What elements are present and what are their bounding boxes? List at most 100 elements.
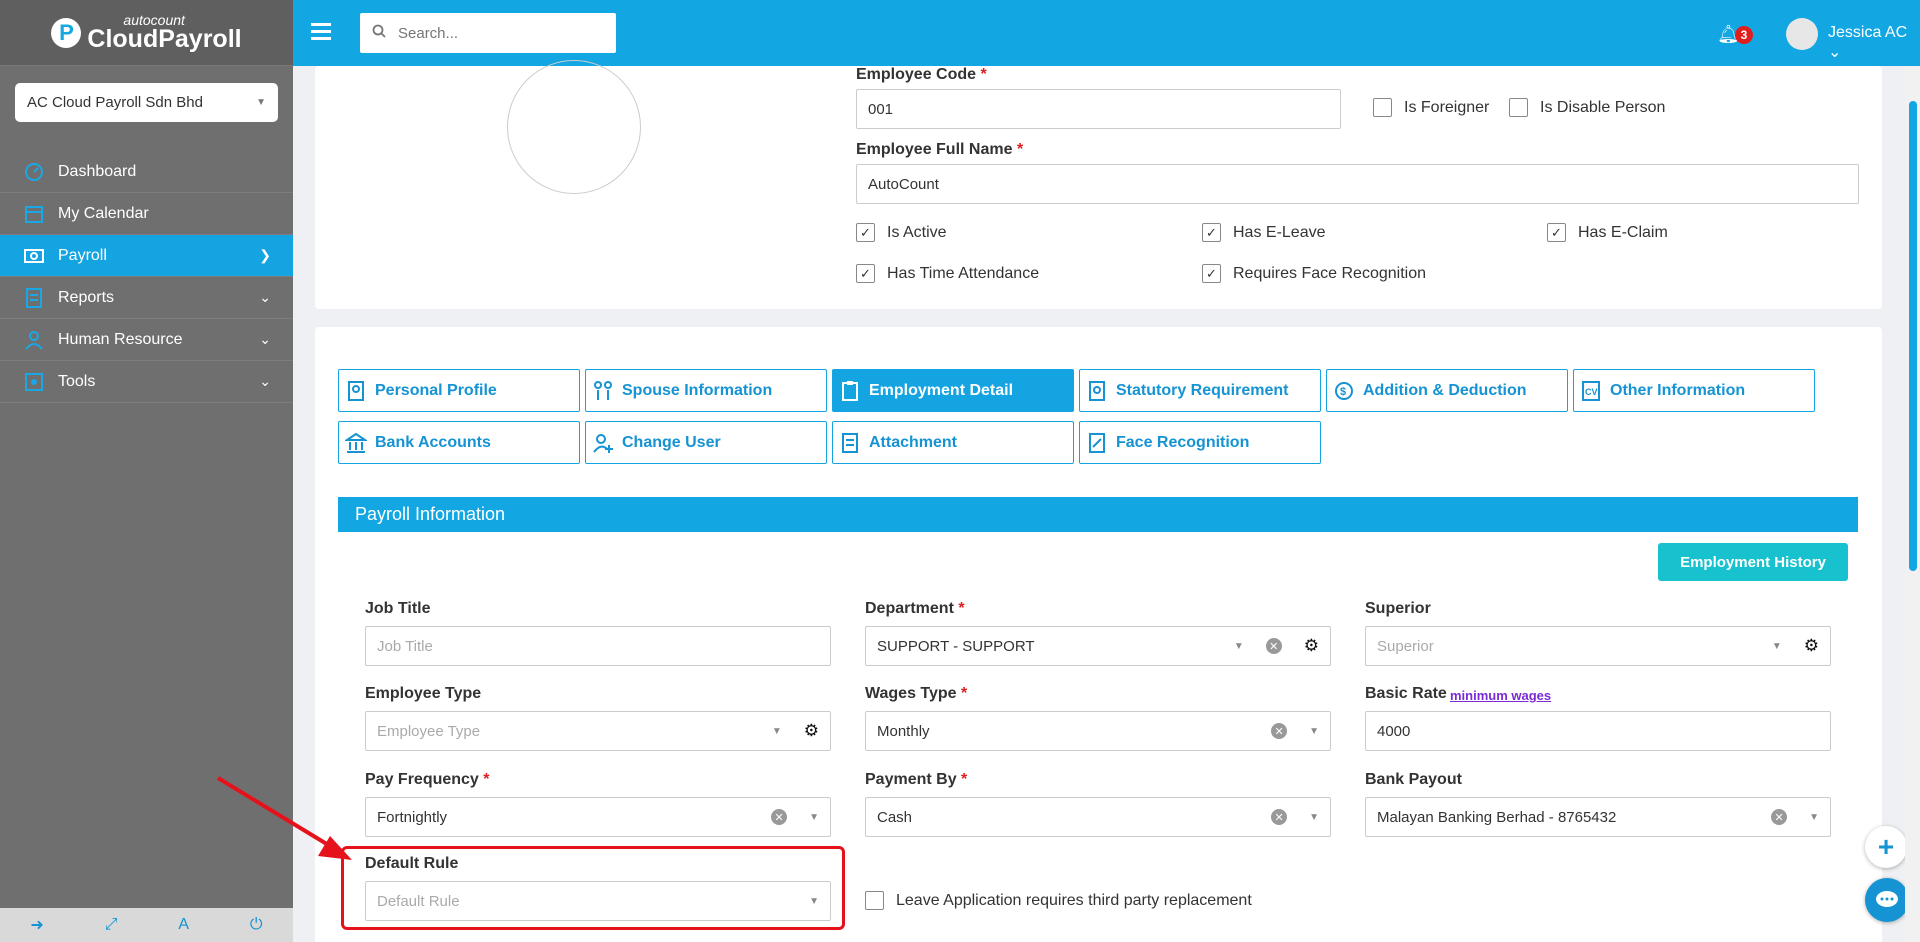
checkbox-checked[interactable]: ✓ bbox=[856, 264, 875, 283]
add-fab-button[interactable]: + bbox=[1865, 826, 1907, 868]
clear-icon[interactable]: ✕ bbox=[1271, 723, 1288, 739]
clear-icon[interactable]: ✕ bbox=[1265, 638, 1282, 654]
tab-other-information[interactable]: CV Other Information bbox=[1573, 369, 1815, 412]
caret-down-icon[interactable]: ▼ bbox=[1772, 641, 1782, 652]
is-active-checkbox[interactable]: ✓ Is Active bbox=[856, 223, 947, 242]
caret-down-icon[interactable]: ▼ bbox=[1309, 726, 1319, 737]
tab-statutory-requirement[interactable]: Statutory Requirement bbox=[1079, 369, 1321, 412]
logout-icon[interactable]: ➜ bbox=[30, 915, 43, 935]
caret-down-icon[interactable]: ▼ bbox=[772, 726, 782, 737]
employee-header-card: Employee Code * 001 Is Foreigner Is Disa… bbox=[315, 60, 1882, 309]
pay-frequency-label: Pay Frequency * bbox=[365, 771, 490, 788]
edit-document-icon bbox=[1086, 431, 1108, 455]
sidebar-item-label: Payroll bbox=[58, 246, 107, 264]
checkbox-box[interactable] bbox=[1373, 98, 1392, 117]
clear-icon[interactable]: ✕ bbox=[1771, 809, 1788, 825]
sidebar-item-my-calendar[interactable]: My Calendar bbox=[0, 193, 293, 235]
company-selector[interactable]: AC Cloud Payroll Sdn Bhd ▼ bbox=[15, 83, 278, 122]
clipboard-icon bbox=[839, 379, 861, 403]
hamburger-menu-icon[interactable] bbox=[311, 23, 331, 41]
chevron-down-icon: ⌄ bbox=[259, 331, 271, 347]
has-time-attendance-checkbox[interactable]: ✓ Has Time Attendance bbox=[856, 264, 1039, 283]
payment-by-select[interactable]: Cash ✕ ▼ bbox=[865, 797, 1331, 837]
clear-icon[interactable]: ✕ bbox=[771, 809, 788, 825]
caret-down-icon[interactable]: ▼ bbox=[1809, 812, 1819, 823]
tab-spouse-information[interactable]: Spouse Information bbox=[585, 369, 827, 412]
wages-type-select[interactable]: Monthly ✕ ▼ bbox=[865, 711, 1331, 751]
minimum-wages-link[interactable]: minimum wages bbox=[1450, 688, 1551, 703]
page-scrollbar[interactable] bbox=[1905, 66, 1920, 942]
user-avatar[interactable] bbox=[1786, 18, 1818, 50]
basic-rate-input[interactable]: 4000 bbox=[1365, 711, 1831, 751]
user-menu[interactable]: Jessica AC ⌄ bbox=[1828, 24, 1920, 62]
dashboard-icon bbox=[22, 161, 46, 183]
sidebar-item-human-resource[interactable]: Human Resource ⌄ bbox=[0, 319, 293, 361]
language-icon[interactable]: A bbox=[178, 916, 189, 934]
checkbox-box[interactable] bbox=[865, 891, 884, 910]
payroll-icon bbox=[22, 245, 46, 267]
department-select[interactable]: SUPPORT - SUPPORT ▼ ✕ ⚙ bbox=[865, 626, 1331, 666]
clear-icon[interactable]: ✕ bbox=[1271, 809, 1288, 825]
employee-name-input[interactable]: AutoCount bbox=[856, 164, 1859, 204]
chevron-right-icon: ❯ bbox=[259, 247, 271, 263]
requires-face-recognition-checkbox[interactable]: ✓ Requires Face Recognition bbox=[1202, 264, 1426, 283]
bank-payout-select[interactable]: Malayan Banking Berhad - 8765432 ✕ ▼ bbox=[1365, 797, 1831, 837]
caret-down-icon[interactable]: ▼ bbox=[1234, 641, 1244, 652]
sidebar-item-label: Tools bbox=[58, 372, 96, 390]
sidebar-item-dashboard[interactable]: Dashboard bbox=[0, 151, 293, 193]
human-resource-icon bbox=[22, 329, 46, 351]
tab-change-user[interactable]: Change User bbox=[585, 421, 827, 464]
leave-third-party-checkbox[interactable]: Leave Application requires third party r… bbox=[865, 891, 1252, 910]
fullscreen-icon[interactable]: ⤢ bbox=[105, 916, 118, 934]
checkbox-checked[interactable]: ✓ bbox=[1202, 264, 1221, 283]
payment-by-label: Payment By * bbox=[865, 771, 968, 788]
has-eclaim-checkbox[interactable]: ✓ Has E-Claim bbox=[1547, 223, 1668, 242]
employee-type-select[interactable]: Employee Type ▼ ⚙ bbox=[365, 711, 831, 751]
employee-code-input[interactable]: 001 bbox=[856, 89, 1341, 129]
notification-badge: 3 bbox=[1735, 26, 1753, 44]
search-box[interactable] bbox=[360, 13, 616, 53]
gear-icon[interactable]: ⚙ bbox=[1304, 636, 1319, 656]
sidebar-item-reports[interactable]: Reports ⌄ bbox=[0, 277, 293, 319]
superior-select[interactable]: Superior ▼ ⚙ bbox=[1365, 626, 1831, 666]
sidebar-item-tools[interactable]: Tools ⌄ bbox=[0, 361, 293, 403]
job-title-input[interactable]: Job Title bbox=[365, 626, 831, 666]
reports-icon bbox=[22, 287, 46, 309]
power-icon[interactable]: ⏻ bbox=[250, 916, 263, 934]
has-eleave-checkbox[interactable]: ✓ Has E-Leave bbox=[1202, 223, 1326, 242]
basic-rate-label: Basic Rate bbox=[1365, 685, 1447, 702]
is-foreigner-checkbox[interactable]: Is Foreigner bbox=[1373, 98, 1489, 117]
gear-icon[interactable]: ⚙ bbox=[1804, 636, 1819, 656]
tab-face-recognition[interactable]: Face Recognition bbox=[1079, 421, 1321, 464]
wages-type-label: Wages Type * bbox=[865, 685, 968, 702]
tab-bank-accounts[interactable]: Bank Accounts bbox=[338, 421, 580, 464]
search-input[interactable] bbox=[398, 24, 588, 42]
gear-icon[interactable]: ⚙ bbox=[804, 721, 819, 741]
sidebar-item-label: Dashboard bbox=[58, 162, 137, 180]
money-cycle-icon: $ bbox=[1333, 379, 1355, 403]
app-logo[interactable]: P autocount CloudPayroll bbox=[0, 0, 293, 66]
caret-down-icon[interactable]: ▼ bbox=[1309, 812, 1319, 823]
checkbox-checked[interactable]: ✓ bbox=[1202, 223, 1221, 242]
person-id-icon bbox=[345, 379, 367, 403]
sidebar-item-label: My Calendar bbox=[58, 204, 149, 222]
employee-name-label: Employee Full Name * bbox=[856, 141, 1024, 158]
pay-frequency-select[interactable]: Fortnightly ✕ ▼ bbox=[365, 797, 831, 837]
checkbox-checked[interactable]: ✓ bbox=[1547, 223, 1566, 242]
sidebar-item-label: Reports bbox=[58, 288, 115, 306]
tab-attachment[interactable]: Attachment bbox=[832, 421, 1074, 464]
employee-photo[interactable] bbox=[507, 60, 641, 194]
tab-addition-deduction[interactable]: $ Addition & Deduction bbox=[1326, 369, 1568, 412]
is-disable-person-checkbox[interactable]: Is Disable Person bbox=[1509, 98, 1665, 117]
checkbox-box[interactable] bbox=[1509, 98, 1528, 117]
tab-personal-profile[interactable]: Personal Profile bbox=[338, 369, 580, 412]
sidebar-item-payroll[interactable]: Payroll ❯ bbox=[0, 235, 293, 277]
couple-icon bbox=[592, 379, 614, 403]
chat-fab-button[interactable] bbox=[1865, 878, 1909, 922]
top-bar: 🔔︎ 3 Jessica AC ⌄ bbox=[293, 0, 1920, 66]
scrollbar-thumb[interactable] bbox=[1909, 101, 1917, 571]
tab-employment-detail[interactable]: Employment Detail bbox=[832, 369, 1074, 412]
checkbox-checked[interactable]: ✓ bbox=[856, 223, 875, 242]
employment-history-button[interactable]: Employment History bbox=[1658, 543, 1848, 581]
caret-down-icon[interactable]: ▼ bbox=[809, 812, 819, 823]
